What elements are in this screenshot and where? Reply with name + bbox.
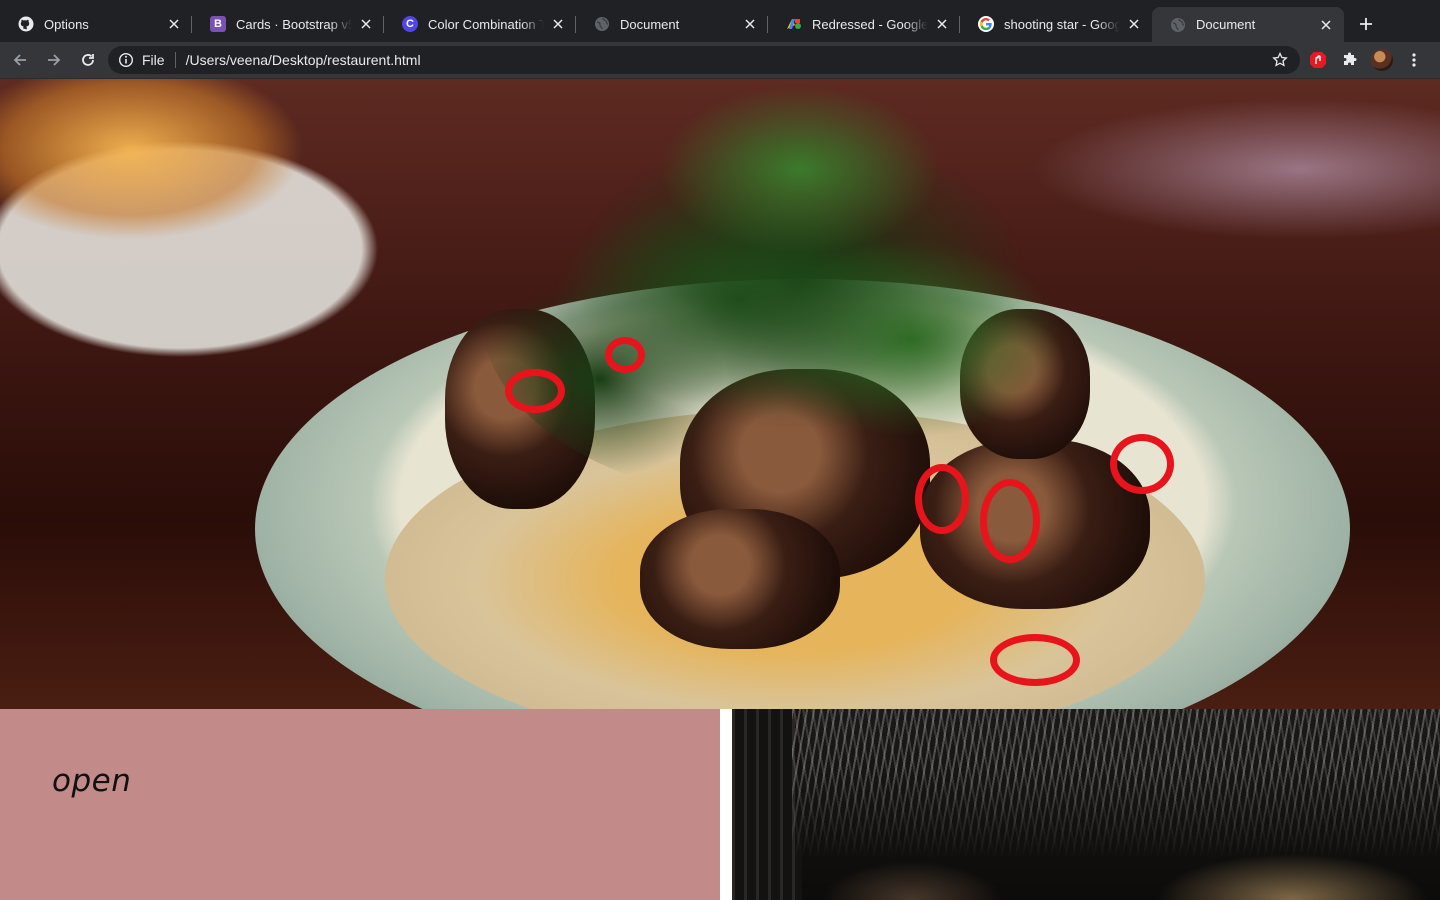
forward-button[interactable] bbox=[40, 46, 68, 74]
google-icon bbox=[978, 16, 994, 32]
colorcombo-icon: C bbox=[402, 16, 418, 32]
tab-bootstrap-cards[interactable]: B Cards · Bootstrap v5.0 bbox=[192, 7, 384, 41]
tab-title: shooting star - Google bbox=[1004, 16, 1120, 32]
close-icon[interactable] bbox=[358, 16, 374, 32]
url-text[interactable]: /Users/veena/Desktop/restaurent.html bbox=[186, 52, 1270, 68]
bootstrap-icon: B bbox=[210, 16, 226, 32]
tab-title: Options bbox=[44, 16, 89, 32]
chili-slice-shape bbox=[980, 479, 1040, 563]
back-button[interactable] bbox=[6, 46, 34, 74]
close-icon[interactable] bbox=[1126, 16, 1142, 32]
tab-title: Document bbox=[620, 16, 680, 32]
extensions-puzzle-icon[interactable] bbox=[1336, 46, 1364, 74]
github-icon bbox=[18, 16, 34, 32]
ceiling-installation-shape bbox=[792, 709, 1440, 859]
hero-food-image bbox=[0, 79, 1440, 709]
close-icon[interactable] bbox=[166, 16, 182, 32]
globe-icon bbox=[1170, 17, 1186, 33]
omnibox-divider bbox=[174, 52, 176, 68]
globe-icon bbox=[594, 16, 610, 32]
close-icon[interactable] bbox=[742, 16, 758, 32]
interior-photo bbox=[732, 709, 1440, 900]
open-heading: open bbox=[52, 763, 132, 799]
chili-slice-shape bbox=[1110, 434, 1174, 494]
close-icon[interactable] bbox=[934, 16, 950, 32]
plus-icon bbox=[1360, 18, 1372, 30]
chili-slice-shape bbox=[915, 464, 969, 534]
tab-title: Document bbox=[1196, 17, 1256, 32]
extension-adblock-icon[interactable] bbox=[1304, 46, 1332, 74]
tab-strip: Options B Cards · Bootstrap v5.0 C Color… bbox=[0, 0, 1440, 42]
info-icon bbox=[118, 52, 134, 68]
arrow-right-icon bbox=[48, 54, 61, 66]
reload-button[interactable] bbox=[74, 46, 102, 74]
page-viewport: open bbox=[0, 79, 1440, 900]
avatar bbox=[1371, 49, 1393, 71]
tab-title: Color Combination Th bbox=[428, 16, 544, 32]
tab-title: Redressed - Google Fo bbox=[812, 16, 928, 32]
chili-slice-shape bbox=[605, 337, 645, 373]
kebab-menu-icon bbox=[1412, 53, 1416, 67]
tab-shooting-star-google[interactable]: shooting star - Google bbox=[960, 7, 1152, 41]
profile-avatar[interactable] bbox=[1368, 46, 1396, 74]
tab-document-active[interactable]: Document bbox=[1152, 7, 1344, 42]
close-icon[interactable] bbox=[1318, 17, 1334, 33]
arrow-left-icon bbox=[13, 54, 26, 66]
chili-slice-shape bbox=[505, 369, 565, 413]
tab-color-combination[interactable]: C Color Combination Th bbox=[384, 7, 576, 41]
new-tab-button[interactable] bbox=[1352, 10, 1380, 38]
opening-hours-panel: open bbox=[0, 709, 720, 900]
browser-toolbar: File /Users/veena/Desktop/restaurent.htm… bbox=[0, 42, 1440, 79]
kale-greens-shape bbox=[480, 79, 1120, 499]
tab-redressed-google-fonts[interactable]: Redressed - Google Fo bbox=[768, 7, 960, 41]
reload-icon bbox=[82, 54, 94, 66]
url-scheme-label: File bbox=[142, 52, 165, 68]
bookmark-star-icon[interactable] bbox=[1270, 50, 1290, 70]
chili-slice-shape bbox=[990, 634, 1080, 686]
browser-menu-button[interactable] bbox=[1400, 46, 1428, 74]
address-bar[interactable]: File /Users/veena/Desktop/restaurent.htm… bbox=[108, 46, 1300, 74]
tab-options[interactable]: Options bbox=[0, 7, 192, 41]
google-fonts-icon bbox=[786, 16, 802, 32]
close-icon[interactable] bbox=[550, 16, 566, 32]
cauliflower-shape bbox=[640, 509, 840, 649]
tab-title: Cards · Bootstrap v5.0 bbox=[236, 16, 352, 32]
panel-gutter bbox=[720, 709, 732, 900]
tab-document[interactable]: Document bbox=[576, 7, 768, 41]
